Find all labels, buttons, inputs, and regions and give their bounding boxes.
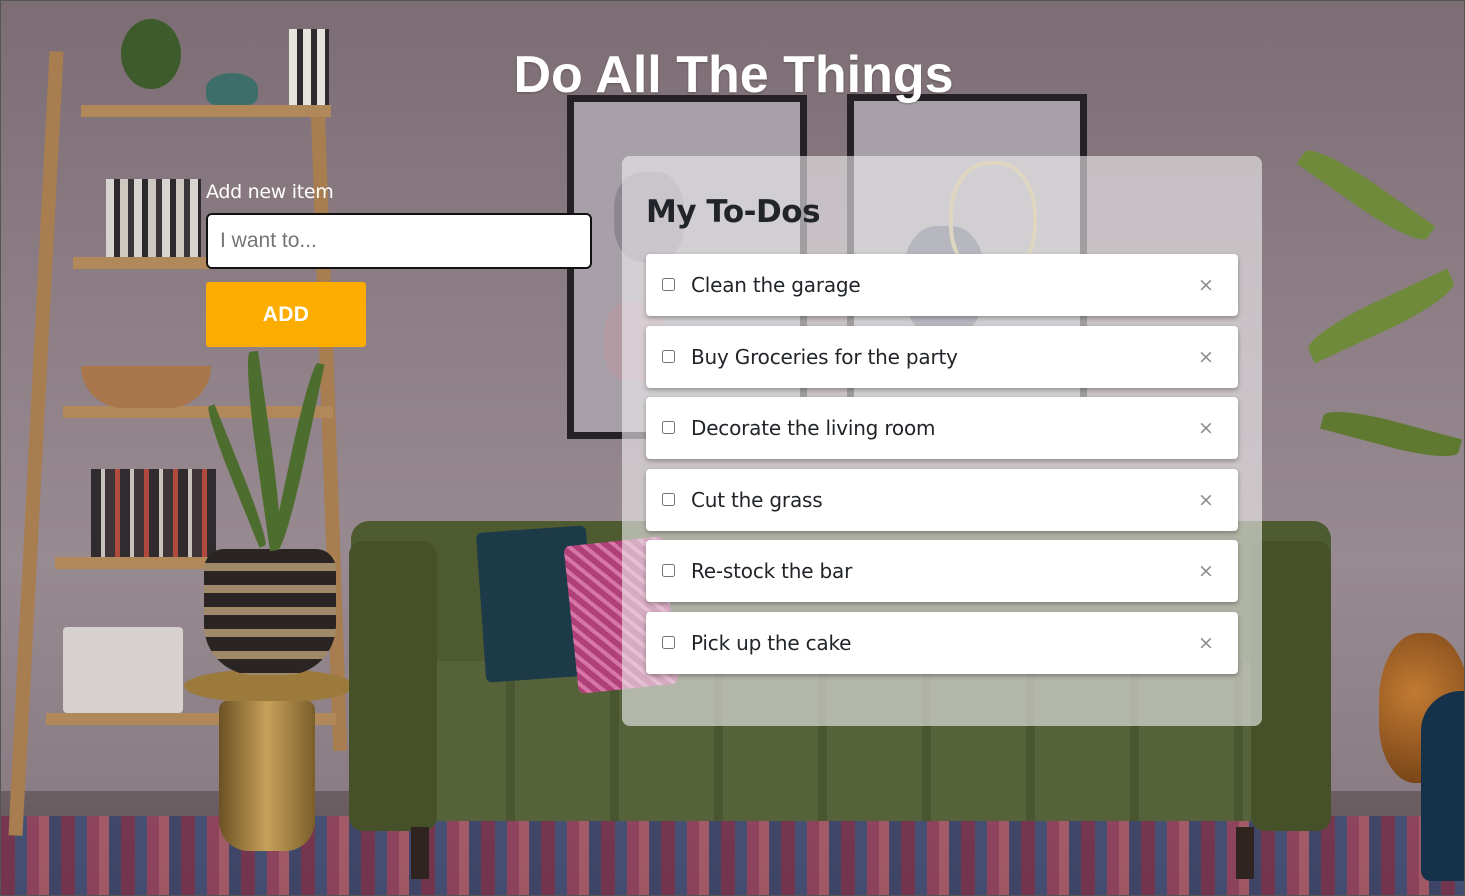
todo-item-label: Clean the garage xyxy=(691,273,861,297)
todo-checkbox[interactable] xyxy=(662,564,675,578)
todo-item: Pick up the cake × xyxy=(646,611,1238,674)
todo-item: Clean the garage × xyxy=(646,254,1238,316)
add-item-label: Add new item xyxy=(206,181,334,203)
background-shelf xyxy=(63,406,333,418)
close-icon[interactable]: × xyxy=(1196,345,1216,369)
todo-checkbox[interactable] xyxy=(662,349,675,363)
todo-item-label: Re-stock the bar xyxy=(691,559,853,584)
background-sofa xyxy=(1251,541,1331,831)
todo-item-label: Buy Groceries for the party xyxy=(691,344,958,369)
background-sofa xyxy=(411,827,429,879)
todo-item-label: Pick up the cake xyxy=(691,630,852,655)
add-item-input[interactable] xyxy=(206,213,592,269)
background-books xyxy=(106,179,201,257)
todo-item: Decorate the living room × xyxy=(646,397,1238,460)
close-icon[interactable]: × xyxy=(1196,559,1216,583)
todo-item: Re-stock the bar × xyxy=(646,540,1238,603)
todo-checkbox[interactable] xyxy=(662,635,675,649)
background-sofa xyxy=(349,541,437,831)
background-sofa xyxy=(1236,827,1254,879)
background-plant-pot xyxy=(204,549,336,675)
todo-heading: My To-Dos xyxy=(646,194,821,230)
todo-checkbox[interactable] xyxy=(662,278,675,291)
todo-checkbox[interactable] xyxy=(662,421,675,435)
background-side-table xyxy=(219,701,315,851)
todo-item-label: Decorate the living room xyxy=(691,416,936,441)
background-shelf xyxy=(81,105,331,117)
todo-list: Clean the garage × Buy Groceries for the… xyxy=(646,254,1238,674)
app-title: Do All The Things xyxy=(513,46,954,104)
app-window: Do All The Things Add new item ADD My To… xyxy=(0,0,1465,896)
close-icon[interactable]: × xyxy=(1196,631,1216,655)
todo-item: Buy Groceries for the party × xyxy=(646,325,1238,388)
todo-item-label: Cut the grass xyxy=(691,487,823,512)
add-button[interactable]: ADD xyxy=(206,282,366,347)
todo-checkbox[interactable] xyxy=(662,492,675,506)
close-icon[interactable]: × xyxy=(1196,488,1216,512)
background-chair xyxy=(1421,691,1464,881)
add-item-form: Add new item ADD xyxy=(206,179,592,347)
background-storage-box xyxy=(63,627,183,713)
close-icon[interactable]: × xyxy=(1196,273,1216,297)
close-icon[interactable]: × xyxy=(1196,416,1216,440)
background-books xyxy=(91,469,216,557)
todo-panel: My To-Dos Clean the garage × Buy Groceri… xyxy=(622,156,1262,726)
todo-item: Cut the grass × xyxy=(646,468,1238,531)
